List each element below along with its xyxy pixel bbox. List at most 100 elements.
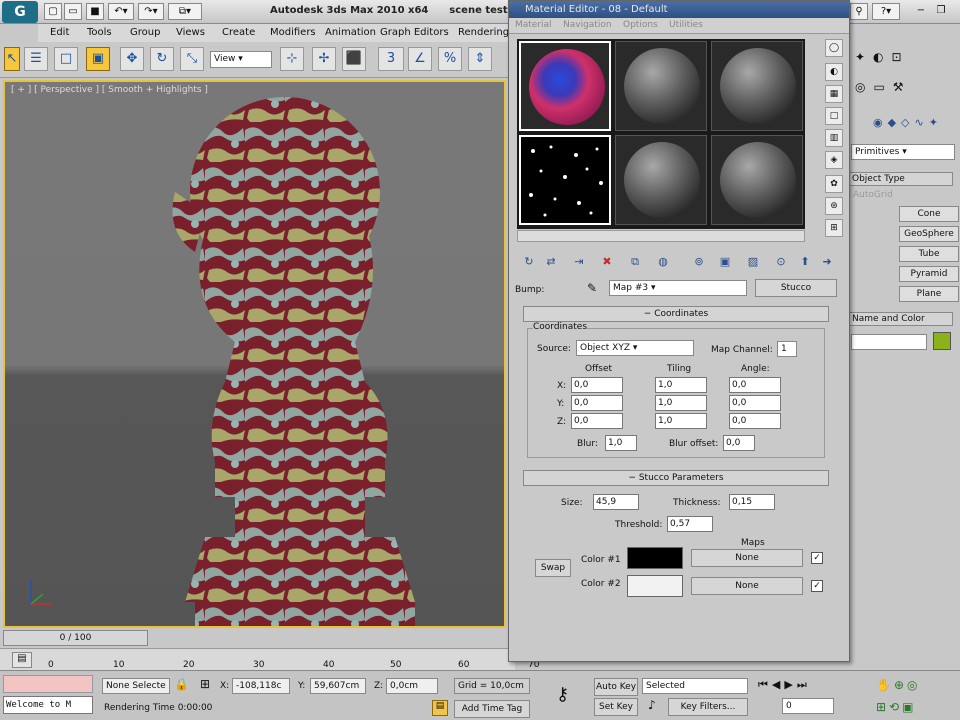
- move-icon[interactable]: ✥: [120, 47, 144, 71]
- set-key-button[interactable]: Set Key: [594, 698, 638, 716]
- slots-scrollbar[interactable]: [517, 230, 805, 242]
- tiling-x-field[interactable]: 1,0: [655, 377, 707, 393]
- key-mode-icon[interactable]: ♪: [648, 698, 656, 712]
- pivot-center-icon[interactable]: ⊹: [280, 47, 304, 71]
- keyboard-shortcut-icon[interactable]: ⬛: [342, 47, 366, 71]
- name-color-rollout[interactable]: Name and Color: [849, 312, 953, 326]
- command-panel-tabs2-icon[interactable]: ◎▭⚒: [849, 80, 960, 102]
- swap-button[interactable]: Swap: [535, 559, 571, 577]
- material-effects-icon[interactable]: ▣: [717, 254, 733, 270]
- blur-field[interactable]: 1,0: [605, 435, 637, 451]
- lock-icon[interactable]: 🔒: [174, 677, 189, 691]
- make-unique-icon[interactable]: ◍: [655, 254, 671, 270]
- track-bar[interactable]: 0 10 20 30 40 50 60 70: [0, 648, 539, 670]
- autogrid-checkbox[interactable]: AutoGrid: [853, 190, 893, 200]
- stucco-parameters-rollout[interactable]: − Stucco Parameters: [523, 470, 829, 486]
- color1-swatch[interactable]: [627, 547, 683, 569]
- thickness-field[interactable]: 0,15: [729, 494, 775, 510]
- open-file-icon[interactable]: ▭: [64, 3, 82, 20]
- snap-toggle-icon[interactable]: 3: [378, 47, 404, 71]
- mini-curve-editor-icon[interactable]: ▤: [12, 652, 32, 668]
- search-icon[interactable]: ⚲: [850, 3, 868, 20]
- navigation-controls-icon[interactable]: ✋⊕◎: [876, 678, 920, 692]
- options-icon[interactable]: ✿: [825, 175, 843, 193]
- rotate-icon[interactable]: ↻: [150, 47, 174, 71]
- playback-controls-icon[interactable]: ⏮◀︎▶︎⏭: [758, 678, 811, 692]
- maxscript-listener-output[interactable]: [3, 675, 93, 693]
- absolute-mode-icon[interactable]: ⊞: [200, 677, 210, 691]
- sample-slot-3[interactable]: [711, 41, 803, 131]
- map-name-field[interactable]: Map #3 ▾: [609, 280, 747, 296]
- map-type-button[interactable]: Stucco: [755, 279, 837, 297]
- sample-type-icon[interactable]: ◯: [825, 39, 843, 57]
- assign-material-icon[interactable]: ⇥: [571, 254, 587, 270]
- select-manipulate-icon[interactable]: ✢: [312, 47, 336, 71]
- tiling-y-field[interactable]: 1,0: [655, 395, 707, 411]
- menu-animation[interactable]: Animation: [325, 27, 376, 38]
- reset-map-icon[interactable]: ✖: [599, 254, 615, 270]
- window-crossing-icon[interactable]: ▣: [86, 47, 110, 71]
- minimize-icon[interactable]: −: [912, 3, 930, 20]
- select-by-name-icon[interactable]: ☰: [24, 47, 48, 71]
- angle-x-field[interactable]: 0,0: [729, 377, 781, 393]
- pyramid-button[interactable]: Pyramid: [899, 266, 959, 282]
- put-to-scene-icon[interactable]: ⇄: [543, 254, 559, 270]
- z-coord-field[interactable]: 0,0cm: [386, 678, 438, 694]
- mat-menu-utilities[interactable]: Utilities: [669, 20, 703, 30]
- add-time-tag-button[interactable]: Add Time Tag: [454, 700, 530, 718]
- mat-menu-options[interactable]: Options: [623, 20, 658, 30]
- tiling-z-field[interactable]: 1,0: [655, 413, 707, 429]
- command-panel-tabs-icon[interactable]: ✦◐⊡: [849, 50, 960, 74]
- project-folder-icon[interactable]: ⧉▾: [168, 3, 202, 20]
- backlight-icon[interactable]: ◐: [825, 63, 843, 81]
- cone-button[interactable]: Cone: [899, 206, 959, 222]
- plane-button[interactable]: Plane: [899, 286, 959, 302]
- time-slider[interactable]: 0 / 100: [3, 630, 148, 646]
- go-to-parent-icon[interactable]: ⬆: [797, 254, 813, 270]
- menu-rendering[interactable]: Rendering: [458, 27, 509, 38]
- perspective-viewport[interactable]: [ + ] [ Perspective ] [ Smooth + Highlig…: [3, 80, 506, 628]
- y-coord-field[interactable]: 59,607cm: [310, 678, 366, 694]
- get-material-icon[interactable]: ↻: [521, 254, 537, 270]
- blur-offset-field[interactable]: 0,0: [723, 435, 755, 451]
- go-forward-sibling-icon[interactable]: ➜: [819, 254, 835, 270]
- eyedropper-icon[interactable]: ✎: [587, 281, 597, 295]
- offset-z-field[interactable]: 0,0: [571, 413, 623, 429]
- x-coord-field[interactable]: -108,118c: [232, 678, 290, 694]
- offset-x-field[interactable]: 0,0: [571, 377, 623, 393]
- help-icon[interactable]: ?▾: [872, 3, 900, 20]
- color2-map-checkbox[interactable]: ✓: [811, 580, 823, 592]
- app-logo-icon[interactable]: G: [2, 1, 38, 23]
- restore-icon[interactable]: ❐: [932, 3, 950, 20]
- copy-material-icon[interactable]: ⧉: [627, 254, 643, 270]
- color1-map-button[interactable]: None: [691, 549, 803, 567]
- menu-group[interactable]: Group: [130, 27, 160, 38]
- spinner-snap-icon[interactable]: ⇕: [468, 47, 492, 71]
- undo-icon[interactable]: ↶▾: [108, 3, 134, 20]
- put-to-library-icon[interactable]: ⊚: [691, 254, 707, 270]
- save-icon[interactable]: ■: [86, 3, 104, 20]
- angle-y-field[interactable]: 0,0: [729, 395, 781, 411]
- set-key-icon[interactable]: ⚷: [556, 684, 569, 705]
- object-name-field[interactable]: [851, 334, 927, 350]
- scale-icon[interactable]: ⤡: [180, 47, 204, 71]
- color2-swatch[interactable]: [627, 575, 683, 597]
- geosphere-button[interactable]: GeoSphere: [899, 226, 959, 242]
- sample-slot-2[interactable]: [615, 41, 707, 131]
- source-dropdown[interactable]: Object XYZ ▾: [576, 340, 694, 356]
- show-map-icon[interactable]: ▨: [745, 254, 761, 270]
- menu-graph-editors[interactable]: Graph Editors: [380, 27, 449, 38]
- rect-selection-icon[interactable]: □: [54, 47, 78, 71]
- map-channel-field[interactable]: 1: [777, 341, 797, 357]
- menu-create[interactable]: Create: [222, 27, 255, 38]
- select-filter-icon[interactable]: ↖: [4, 47, 20, 71]
- redo-icon[interactable]: ↷▾: [138, 3, 164, 20]
- material-editor-title[interactable]: Material Editor - 08 - Default: [509, 1, 849, 18]
- zoom-controls-icon[interactable]: ⊞⟲▣: [876, 700, 916, 714]
- mat-menu-material[interactable]: Material: [515, 20, 552, 30]
- sample-slot-4[interactable]: [519, 135, 611, 225]
- key-selection-dropdown[interactable]: Selected: [642, 678, 748, 694]
- sample-slot-6[interactable]: [711, 135, 803, 225]
- object-type-rollout[interactable]: Object Type: [849, 172, 953, 186]
- make-preview-icon[interactable]: ◈: [825, 151, 843, 169]
